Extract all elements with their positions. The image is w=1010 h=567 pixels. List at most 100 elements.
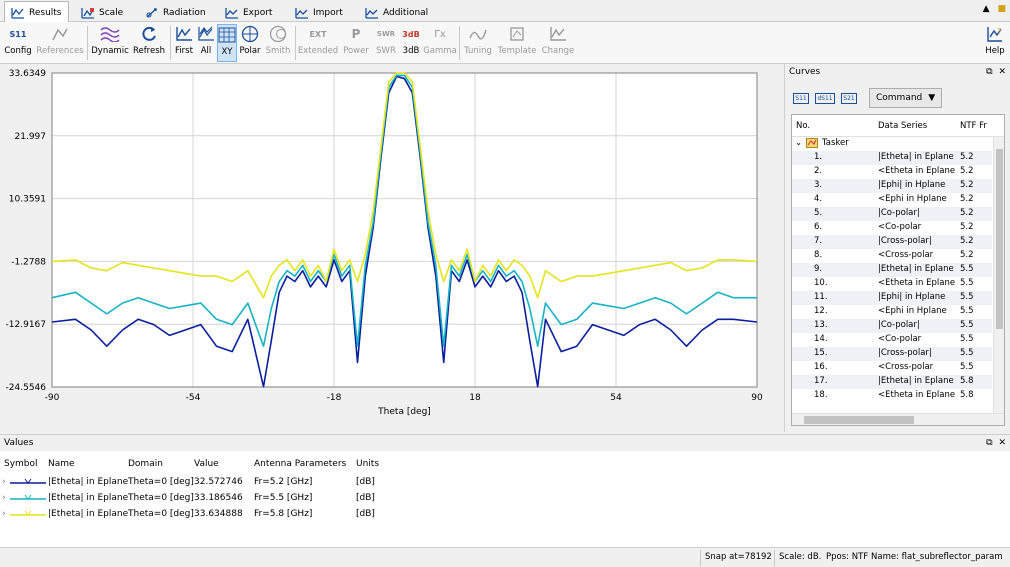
references-button[interactable]: References — [36, 24, 84, 62]
tab-additional[interactable]: Additional — [358, 2, 435, 22]
col-ntf-fr[interactable]: NTF Fr — [960, 121, 987, 131]
row-expand-icon[interactable]: › — [2, 509, 6, 519]
curve-fr: 5.2 — [960, 222, 974, 232]
curve-row[interactable]: 17. |Etheta| in Eplane 5.8 — [792, 375, 992, 389]
ds11-s21-icon[interactable]: dS11 — [815, 89, 835, 107]
curve-series: |Co-polar| — [878, 320, 920, 330]
curve-row[interactable]: 9. |Etheta| in Eplane 5.5 — [792, 263, 992, 277]
curves-panel-header: Curves ⧉ ✕ — [785, 64, 1010, 80]
curve-row[interactable]: 16. <Cross-polar 5.5 — [792, 361, 992, 375]
curve-no: 9. — [814, 264, 823, 274]
row-expand-icon[interactable]: › — [2, 493, 6, 503]
curve-row[interactable]: 11. |Ephi| in Hplane 5.5 — [792, 291, 992, 305]
template-button[interactable]: Template — [496, 24, 538, 62]
row-expand-icon[interactable]: › — [2, 477, 6, 487]
curve-row[interactable]: 7. |Cross-polar| 5.2 — [792, 235, 992, 249]
tab-results[interactable]: Results — [4, 1, 69, 23]
polar-label: Polar — [239, 46, 261, 56]
toolbar: S11 Config References Dynamic Refresh Fi… — [0, 22, 1010, 64]
value-name: |Etheta| in Eplane — [48, 509, 129, 519]
curve-row[interactable]: 4. <Ephi in Hplane 5.2 — [792, 193, 992, 207]
first-button[interactable]: First — [173, 24, 195, 62]
xy-button[interactable]: XY — [217, 24, 237, 62]
value-row[interactable]: › |Etheta| in Eplane Theta=0 [deg] 33.18654… — [0, 491, 1010, 507]
dynamic-button[interactable]: Dynamic — [91, 24, 129, 62]
curve-fr: 5.2 — [960, 152, 974, 162]
all-label: All — [200, 46, 212, 56]
curve-row[interactable]: 6. <Co-polar 5.2 — [792, 221, 992, 235]
help-icon: ? — [984, 24, 1006, 44]
radiation-pattern-chart[interactable]: -90 -54 -18 18 54 90 33.6349 21.997 10.3591 -1.27… — [0, 64, 781, 432]
x-tick-label: -18 — [327, 393, 342, 403]
curve-fr: 5.5 — [960, 306, 974, 316]
x-tick-label: 18 — [469, 393, 481, 403]
config-button[interactable]: S11 Config — [2, 24, 34, 62]
curve-row[interactable]: 10. <Etheta in Eplane 5.5 — [792, 277, 992, 291]
tab-radiation[interactable]: Radiation — [138, 2, 213, 22]
plot-area[interactable]: -90 -54 -18 18 54 90 33.6349 21.997 10.3591 -1.27… — [0, 64, 781, 432]
scrollbar-thumb[interactable] — [996, 149, 1003, 329]
toolbar-separator — [295, 26, 296, 60]
curve-row[interactable]: 5. |Co-polar| 5.2 — [792, 207, 992, 221]
y-tick-label: -12.9167 — [6, 320, 46, 330]
smith-button[interactable]: Smith — [264, 24, 292, 62]
float-panel-icon[interactable]: ⧉ — [986, 67, 992, 77]
curve-series: <Co-polar — [878, 334, 922, 344]
tab-scale[interactable]: Scale — [74, 2, 130, 22]
help-button[interactable]: ? Help — [983, 24, 1007, 62]
tuning-button[interactable]: Tuning — [462, 24, 494, 62]
extended-button[interactable]: EXT Extended — [297, 24, 339, 62]
col-value: Value — [194, 459, 219, 469]
values-panel-title: Values — [4, 438, 34, 448]
template-icon — [506, 24, 528, 44]
value-row[interactable]: › |Etheta| in Eplane Theta=0 [deg] 32.57274… — [0, 475, 1010, 491]
expand-chevron-icon[interactable]: ⌄ — [795, 138, 802, 148]
refresh-button[interactable]: Refresh — [131, 24, 167, 62]
collapse-ribbon-icon[interactable]: ▲ — [983, 4, 990, 14]
change-button[interactable]: Change — [540, 24, 576, 62]
value-params: Fr=5.2 [GHz] — [254, 477, 313, 487]
gamma-button[interactable]: Γx Gamma — [423, 24, 457, 62]
power-button[interactable]: P Power — [341, 24, 371, 62]
close-panel-icon[interactable]: ✕ — [998, 438, 1006, 448]
col-data-series[interactable]: Data Series — [878, 121, 927, 131]
close-panel-icon[interactable]: ✕ — [998, 67, 1006, 77]
curve-row[interactable]: 14. <Co-polar 5.5 — [792, 333, 992, 347]
curve-no: 4. — [814, 194, 823, 204]
command-dropdown[interactable]: Command ▼ — [869, 88, 943, 108]
col-domain: Domain — [128, 459, 163, 469]
refresh-label: Refresh — [132, 46, 166, 56]
s11-s21-icon[interactable]: S11 — [791, 89, 811, 107]
value-row[interactable]: › |Etheta| in Eplane Theta=0 [deg] 33.63488… — [0, 507, 1010, 523]
curve-row[interactable]: 1. |Etheta| in Eplane 5.2 — [792, 151, 992, 165]
all-button[interactable]: All — [196, 24, 216, 62]
vertical-scrollbar[interactable] — [993, 137, 1004, 413]
col-no[interactable]: No. — [796, 121, 810, 131]
s21-icon[interactable]: S21 — [839, 89, 859, 107]
curve-row[interactable]: 2. <Etheta in Eplane 5.2 — [792, 165, 992, 179]
polar-button[interactable]: Polar — [238, 24, 262, 62]
tab-import[interactable]: Import — [288, 2, 350, 22]
tab-export[interactable]: Export — [218, 2, 279, 22]
float-panel-icon[interactable]: ⧉ — [986, 438, 992, 448]
curves-toolbar: S11 dS11 S21 Command ▼ — [791, 88, 943, 108]
curve-row[interactable]: 12. <Ephi in Hplane 5.5 — [792, 305, 992, 319]
scale-icon — [81, 7, 94, 19]
curve-row[interactable]: 18. <Etheta in Eplane 5.8 — [792, 389, 992, 403]
x-tick-label: 54 — [610, 393, 622, 403]
value-number: 32.572746 — [194, 477, 243, 487]
3db-button[interactable]: 3dB 3dB — [400, 24, 422, 62]
tree-group-tasker[interactable]: ⌄ Tasker — [792, 137, 992, 151]
horizontal-scrollbar[interactable] — [792, 413, 1004, 425]
curve-fr: 5.2 — [960, 180, 974, 190]
curve-no: 3. — [814, 180, 823, 190]
curve-no: 13. — [814, 320, 828, 330]
curve-row[interactable]: 8. <Cross-polar 5.2 — [792, 249, 992, 263]
curve-row[interactable]: 13. |Co-polar| 5.5 — [792, 319, 992, 333]
swr-button[interactable]: SWR SWR — [373, 24, 399, 62]
style-icon[interactable]: ■ — [997, 4, 1006, 14]
curve-row[interactable]: 15. |Cross-polar| 5.5 — [792, 347, 992, 361]
scrollbar-thumb[interactable] — [804, 416, 914, 424]
curve-series: <Co-polar — [878, 222, 922, 232]
curve-row[interactable]: 3. |Ephi| in Hplane 5.2 — [792, 179, 992, 193]
